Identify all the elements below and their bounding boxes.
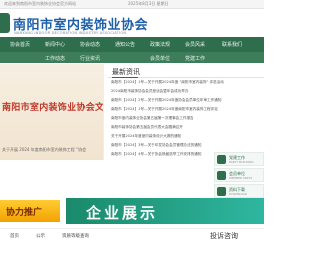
nav-item-home[interactable]: 协会首页 — [10, 41, 30, 48]
list-item[interactable]: 南阳市【2024】1号—关于开展2024年度 “南阳市室内装饰” 评选活动 — [111, 80, 224, 85]
side-card-sub: DOWNLOAD — [229, 192, 248, 196]
nav-item-policy[interactable]: 政策法规 — [150, 41, 170, 48]
promo-banner-right[interactable]: 企业展示 — [66, 198, 264, 224]
footer-link-home[interactable]: 首页 — [10, 233, 19, 239]
date-text: 2025年8月3日 星期日 — [128, 1, 169, 6]
complaint-title[interactable]: 投诉咨询 — [210, 231, 238, 241]
promo-right-text: 企业展示 — [86, 204, 159, 222]
logo-icon[interactable] — [0, 13, 10, 33]
list-item[interactable]: 关于开展2024年度室内装饰设计大赛的通知 — [111, 134, 181, 139]
top-info-bar: 欢迎来到南阳市室内装饰业协会官方网站 2025年8月3日 星期日 — [0, 0, 264, 9]
list-item[interactable]: 2024南阳市装饰协会会员座谈会暨年会成功举办 — [111, 89, 188, 94]
title-underline — [112, 77, 138, 78]
site-header: 南阳市室内装饰业协会 NANYANG INDOOR DECORATION IND… — [0, 9, 264, 35]
side-card-members[interactable]: 会员单位 MEMBER UNITS — [214, 168, 264, 182]
news-section-title[interactable]: 最新资讯 — [112, 67, 140, 77]
welcome-text: 欢迎来到南阳市室内装饰业协会官方网站 — [4, 1, 76, 6]
download-icon — [217, 187, 226, 196]
nav-item-members[interactable]: 会员风采 — [185, 41, 205, 48]
list-item[interactable]: 南阳市【2024】2号—关于开展2024年度协会会员单位年审工作通知 — [111, 98, 221, 103]
list-item[interactable]: 南阳市【2024】4号—关于协会换届选举工作安排的通知 — [111, 152, 202, 157]
subnav-item-industry[interactable]: 行业资讯 — [80, 55, 100, 62]
site-subtitle: NANYANG INDOOR DECORATION INDUSTRY ASSOC… — [14, 31, 127, 35]
main-nav: 协会首页 新闻中心 协会动态 通知公告 政策法规 会员风采 联系我们 — [0, 37, 264, 52]
news-banner-image[interactable]: 南阳市室内装饰业协会文件 — [0, 64, 104, 160]
subnav-item-party[interactable]: 党建工作 — [185, 55, 205, 62]
footer-link-notice[interactable]: 公示 — [36, 233, 45, 239]
nav-item-news[interactable]: 新闻中心 — [45, 41, 65, 48]
promo-banner-left[interactable]: 协力推广 — [0, 200, 60, 222]
flag-icon — [217, 155, 226, 164]
footer-link-query[interactable]: 资质等级查询 — [62, 233, 89, 239]
side-card-sub: PARTY BUILDING — [229, 160, 254, 164]
bottom-section: 首页 公示 资质等级查询 投诉咨询 — [0, 228, 264, 264]
list-item[interactable]: 南阳市【2024】3号—关于印发协会会员管理办法的通知 — [111, 143, 202, 148]
list-item[interactable]: 南阳市室内装饰业协会第五届第一次理事会工作报告 — [111, 116, 194, 121]
sub-nav: 工作动态 行业资讯 会员单位 党建工作 — [0, 52, 264, 63]
subnav-item-work[interactable]: 工作动态 — [45, 55, 65, 62]
nav-item-contact[interactable]: 联系我们 — [222, 41, 242, 48]
nav-item-notice[interactable]: 通知公告 — [115, 41, 135, 48]
subnav-item-units[interactable]: 会员单位 — [150, 55, 170, 62]
list-item[interactable]: 南阳市装饰协会第五届会员代表大会圆满召开 — [111, 125, 183, 130]
side-card-sub: MEMBER UNITS — [229, 176, 253, 180]
side-card-download[interactable]: 资料下载 DOWNLOAD — [214, 184, 264, 198]
banner-headline: 南阳市室内装饰业协会文件 — [2, 103, 104, 113]
news-section-header: 最新资讯 — [108, 66, 264, 78]
nav-item-activity[interactable]: 协会动态 — [80, 41, 100, 48]
list-item[interactable]: 南阳市【2024】1号—关于开展2024年度南阳市室内装饰工程评定 — [111, 107, 218, 112]
banner-caption[interactable]: 关于开展 2024 年度南阳市室内装饰工程 “协会 — [2, 147, 86, 153]
users-icon — [217, 171, 226, 180]
side-card-party[interactable]: 党建工作 PARTY BUILDING — [214, 152, 264, 166]
promo-left-text: 协力推广 — [6, 208, 43, 218]
